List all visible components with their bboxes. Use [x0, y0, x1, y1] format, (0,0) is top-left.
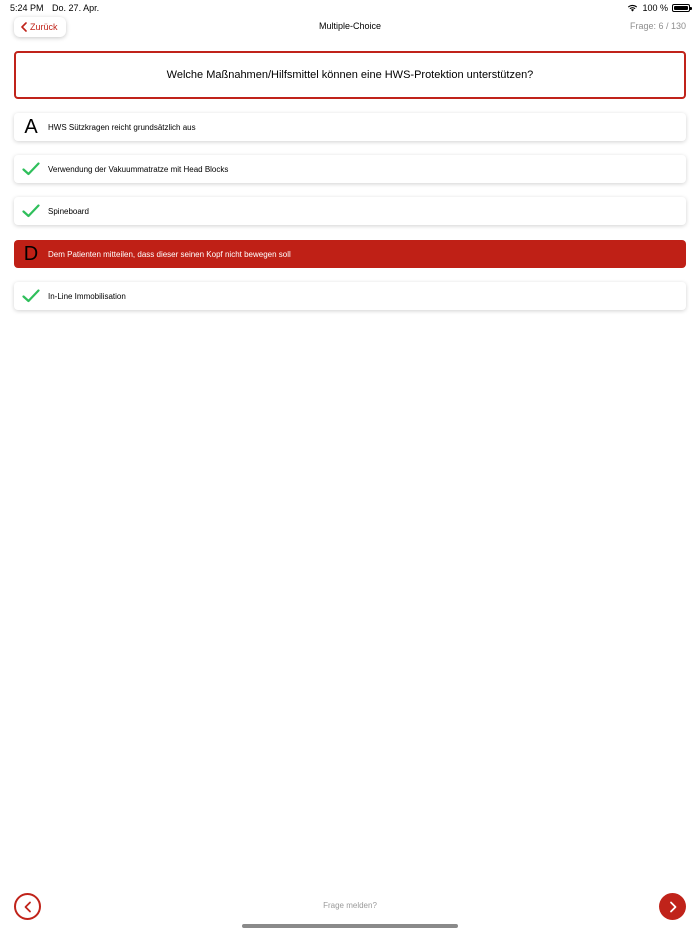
status-left: 5:24 PM Do. 27. Apr. [10, 3, 105, 13]
chevron-right-icon [669, 901, 676, 912]
wifi-icon [628, 4, 638, 12]
status-date: Do. 27. Apr. [52, 3, 100, 13]
answer-option[interactable]: In-Line Immobilisation [14, 282, 686, 310]
next-question-button[interactable] [659, 893, 686, 920]
status-right: 100 % [627, 3, 692, 13]
battery-percent: 100 % [642, 3, 668, 13]
question-text: Welche Maßnahmen/Hilfsmittel können eine… [166, 69, 534, 81]
answer-option[interactable]: D Dem Patienten mitteilen, dass dieser se… [14, 240, 686, 268]
home-indicator [242, 924, 458, 928]
report-question-link[interactable]: Frage melden? [0, 901, 700, 910]
answer-letter: A [24, 115, 38, 138]
answer-option[interactable]: Verwendung der Vakuummatratze mit Head B… [14, 155, 686, 183]
battery-icon [672, 4, 692, 12]
check-icon [14, 282, 48, 310]
answer-text: Dem Patienten mitteilen, dass dieser sei… [48, 249, 291, 259]
answer-option[interactable]: A HWS Sützkragen reicht grundsätzlich aus [14, 113, 686, 141]
nav-bar: Zurück Multiple-Choice Frage: 6 / 130 [0, 16, 700, 38]
answer-text: Spineboard [48, 206, 89, 216]
question-box: Welche Maßnahmen/Hilfsmittel können eine… [14, 51, 686, 99]
status-bar: 5:24 PM Do. 27. Apr. 100 % [0, 0, 700, 16]
answer-option[interactable]: Spineboard [14, 197, 686, 225]
answer-letter: D [23, 242, 39, 265]
question-counter: Frage: 6 / 130 [629, 21, 686, 31]
answer-text: HWS Sützkragen reicht grundsätzlich aus [48, 122, 196, 132]
check-icon [14, 197, 48, 225]
check-icon [14, 155, 48, 183]
status-time: 5:24 PM [10, 3, 44, 13]
answer-text: In-Line Immobilisation [48, 291, 126, 301]
answer-text: Verwendung der Vakuummatratze mit Head B… [48, 164, 229, 174]
page-title: Multiple-Choice [318, 21, 382, 31]
